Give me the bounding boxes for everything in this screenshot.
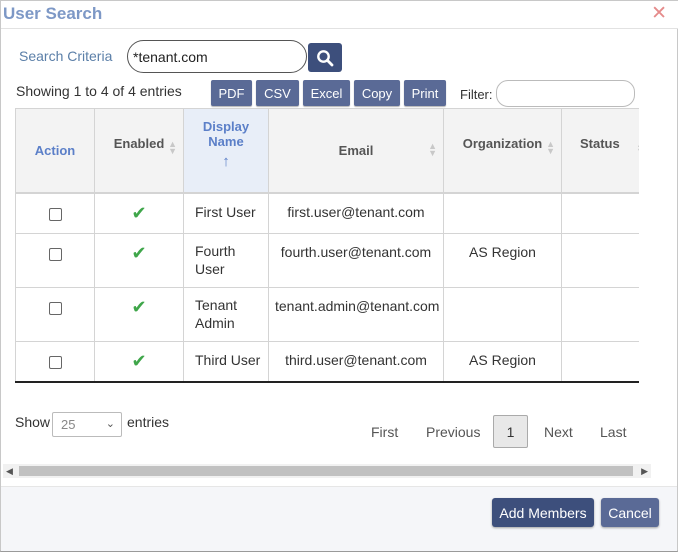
page-length-value: 25 — [61, 417, 76, 432]
enabled-check-icon: ✔ — [131, 203, 147, 223]
search-button[interactable] — [308, 43, 342, 72]
sort-icon: ▲▼ — [168, 139, 177, 156]
status-cell — [561, 233, 639, 288]
display-name-cell: Fourth User — [183, 233, 269, 288]
row-checkbox[interactable] — [48, 248, 62, 261]
row-checkbox[interactable] — [48, 356, 62, 369]
column-header-display-name[interactable]: Display Name ↑ — [183, 108, 269, 193]
sort-icon: ▲▼ — [636, 140, 639, 156]
pagination-previous[interactable]: Previous — [426, 424, 480, 440]
column-header-organization[interactable]: Organization ▲ ▼ — [443, 108, 562, 193]
export-excel-button[interactable]: Excel — [303, 80, 350, 106]
display-name-cell: First User — [183, 193, 269, 234]
organization-cell: AS Region — [443, 341, 562, 382]
display-name-cell: Third User — [183, 341, 269, 382]
table-info: Showing 1 to 4 of 4 entries — [16, 83, 182, 99]
organization-cell: AS Region — [443, 233, 562, 288]
users-table: Action Enabled ▲ ▼ Display Name ↑ Email ▲… — [15, 108, 639, 382]
dialog-title: User Search — [3, 4, 103, 23]
email-cell: first.user@tenant.com — [268, 193, 444, 234]
scroll-right-icon[interactable]: ▶ — [641, 464, 648, 478]
status-cell — [561, 193, 639, 234]
display-name-cell: Tenant Admin — [183, 287, 269, 342]
enabled-check-icon: ✔ — [131, 351, 147, 371]
table-row: ✔ Third User third.user@tenant.com AS Re… — [15, 341, 639, 382]
sort-icon: ▲▼ — [546, 139, 555, 156]
column-header-email[interactable]: Email ▲ ▼ — [268, 108, 444, 193]
cancel-button[interactable]: Cancel — [601, 498, 659, 527]
copy-button[interactable]: Copy — [354, 80, 400, 106]
horizontal-scrollbar[interactable]: ◀ ▶ — [3, 464, 651, 478]
table-row: ✔ First User first.user@tenant.com — [15, 193, 639, 234]
table-row: ✔ Tenant Admin tenant.admin@tenant.com — [15, 287, 639, 342]
search-icon — [317, 49, 334, 66]
export-csv-button[interactable]: CSV — [256, 80, 299, 106]
filter-label: Filter: — [460, 87, 493, 102]
pagination-first[interactable]: First — [371, 424, 398, 440]
organization-cell — [443, 287, 562, 342]
search-input[interactable] — [127, 40, 307, 73]
table-row: ✔ Fourth User fourth.user@tenant.com AS … — [15, 233, 639, 288]
entries-label: entries — [127, 414, 170, 430]
row-checkbox[interactable] — [48, 302, 62, 315]
email-cell: fourth.user@tenant.com — [268, 233, 444, 288]
status-cell — [561, 341, 639, 382]
dialog-titlebar: User Search ✕ — [1, 1, 678, 29]
table-bottom-border — [15, 381, 639, 383]
column-header-status[interactable]: Status ▲▼ — [561, 108, 639, 193]
enabled-check-icon: ✔ — [131, 297, 147, 317]
scrollbar-thumb[interactable] — [19, 466, 633, 476]
column-header-action: Action — [15, 108, 95, 193]
close-icon[interactable]: ✕ — [651, 4, 667, 24]
pagination-next[interactable]: Next — [544, 424, 573, 440]
page-length-select[interactable]: 25 ⌄ — [52, 412, 122, 437]
search-criteria-label: Search Criteria — [19, 48, 113, 64]
organization-cell — [443, 193, 562, 234]
user-search-dialog: User Search ✕ Search Criteria Showing 1 … — [0, 0, 678, 552]
email-cell: tenant.admin@tenant.com — [268, 287, 444, 342]
row-checkbox[interactable] — [48, 208, 62, 221]
column-header-enabled[interactable]: Enabled ▲ ▼ — [94, 108, 184, 193]
pagination-last[interactable]: Last — [600, 424, 626, 440]
sort-icon: ▲▼ — [428, 141, 437, 158]
enabled-check-icon: ✔ — [131, 243, 147, 263]
chevron-down-icon: ⌄ — [105, 418, 115, 430]
status-cell — [561, 287, 639, 342]
export-pdf-button[interactable]: PDF — [211, 80, 252, 106]
show-label: Show — [15, 414, 51, 430]
scroll-left-icon[interactable]: ◀ — [6, 464, 13, 478]
print-button[interactable]: Print — [404, 80, 446, 106]
filter-input[interactable] — [496, 80, 635, 107]
pagination-current-page[interactable]: 1 — [493, 415, 528, 448]
add-members-button[interactable]: Add Members — [492, 498, 594, 527]
sort-ascending-icon: ↑ — [222, 153, 230, 170]
email-cell: third.user@tenant.com — [268, 341, 444, 382]
